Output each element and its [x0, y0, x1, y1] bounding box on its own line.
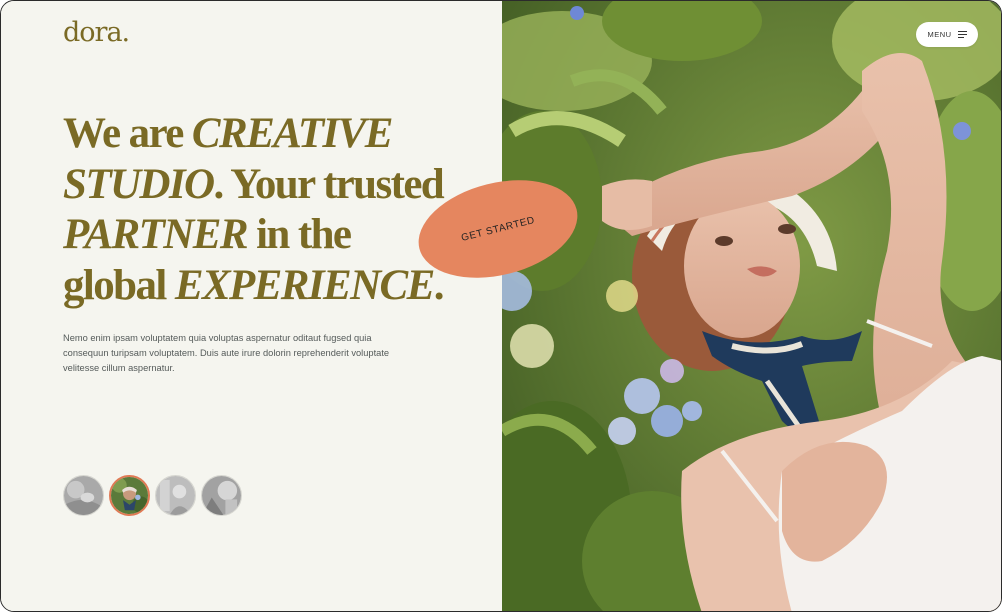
hero-headline: We are CREATIVE STUDIO. Your trusted PAR… — [63, 109, 483, 311]
slide-thumbnail-2[interactable] — [109, 475, 150, 516]
hero-left-panel: dora. We are CREATIVE STUDIO. Your trust… — [1, 1, 502, 611]
headline-text: . Your trusted — [213, 160, 444, 208]
slide-thumbnails — [63, 475, 242, 516]
hero-image — [502, 1, 1001, 611]
menu-button[interactable]: MENU — [916, 22, 978, 47]
headline-text: We are — [63, 110, 192, 157]
headline-text: global — [63, 261, 175, 309]
slide-thumbnail-1[interactable] — [63, 475, 104, 516]
headline-emphasis: EXPERIENCE — [174, 261, 435, 309]
page-frame: dora. We are CREATIVE STUDIO. Your trust… — [0, 0, 1002, 612]
hamburger-icon — [957, 31, 967, 38]
slide-thumbnail-4[interactable] — [201, 475, 242, 516]
menu-button-label: MENU — [927, 30, 952, 39]
slide-thumbnail-3[interactable] — [155, 475, 196, 516]
hero-description: Nemo enim ipsam voluptatem quia voluptas… — [63, 333, 390, 374]
headline-emphasis: PARTNER — [63, 211, 249, 258]
headline-emphasis: CREATIVE — [191, 110, 394, 157]
headline-emphasis: STUDIO — [63, 160, 215, 208]
brand-logo[interactable]: dora. — [63, 17, 130, 48]
get-started-label: GET STARTED — [460, 214, 536, 244]
headline-text: in the — [246, 211, 352, 258]
hero-photo: MENU — [502, 1, 1001, 611]
